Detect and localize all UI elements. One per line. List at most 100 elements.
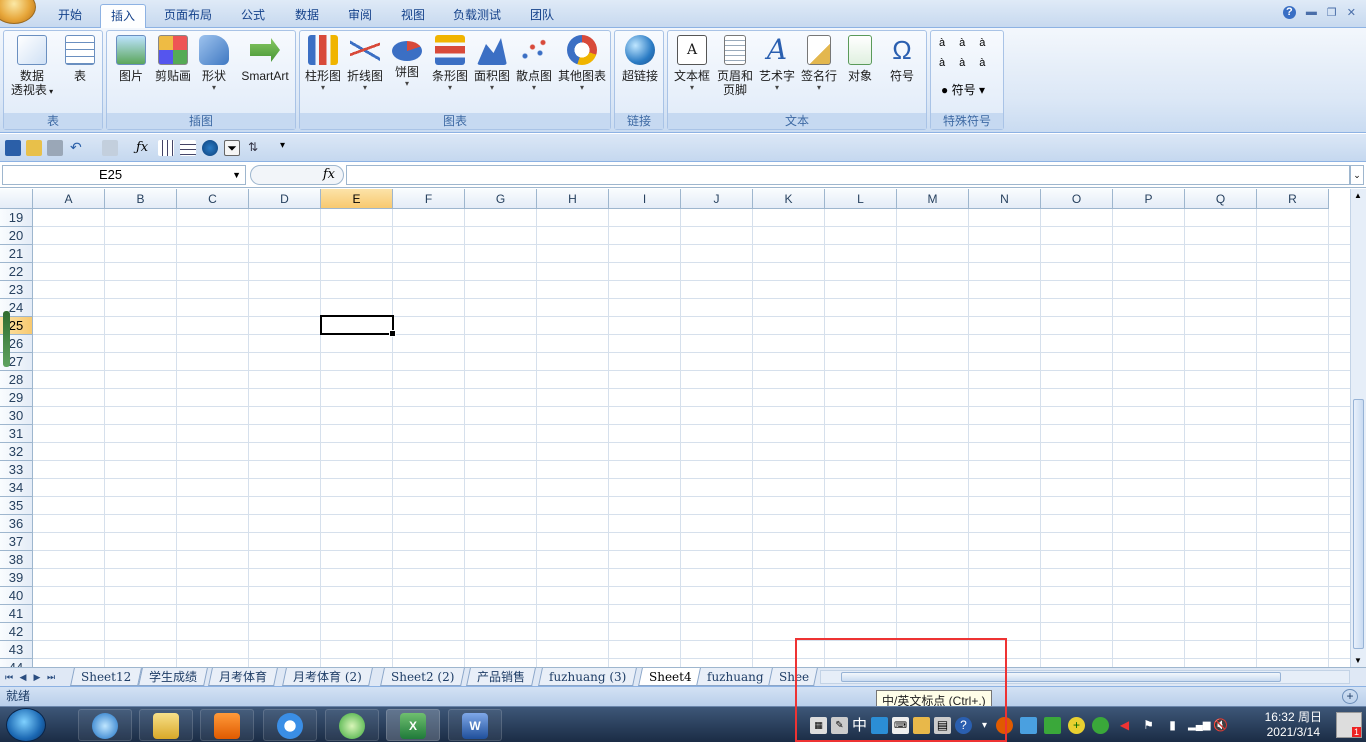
vertical-scroll-thumb[interactable] <box>1353 399 1364 649</box>
table-button[interactable]: 表 <box>60 33 100 83</box>
ime-help-icon[interactable]: ? <box>955 716 973 734</box>
column-header[interactable]: L <box>825 189 897 209</box>
column-header[interactable]: C <box>177 189 249 209</box>
row-header[interactable]: 34 <box>0 479 33 497</box>
tab-load-test[interactable]: 负载测试 <box>443 4 511 28</box>
row-header[interactable]: 32 <box>0 443 33 461</box>
row-header[interactable]: 36 <box>0 515 33 533</box>
line-chart-button[interactable]: 折线图 ▾ <box>345 33 385 93</box>
special-char[interactable]: à <box>939 57 945 69</box>
start-button[interactable] <box>6 708 46 742</box>
smartart-button[interactable]: SmartArt <box>235 33 295 83</box>
scatter-chart-button[interactable]: 散点图 ▾ <box>514 33 554 93</box>
ime-tools-icon[interactable]: ▤ <box>934 716 952 734</box>
print-preview-icon[interactable] <box>47 140 63 156</box>
prev-sheet-icon[interactable]: ◀ <box>18 670 28 684</box>
expand-formula-bar-icon[interactable]: ⌄ <box>1350 165 1364 185</box>
column-header[interactable]: R <box>1257 189 1329 209</box>
column-header[interactable]: G <box>465 189 537 209</box>
name-box[interactable]: E25 ▼ <box>2 165 246 185</box>
textbox-button[interactable]: A 文本框 ▾ <box>671 33 713 93</box>
column-chart-button[interactable]: 柱形图 ▾ <box>303 33 343 93</box>
tray-app-icon[interactable] <box>1092 717 1109 734</box>
picture-button[interactable]: 图片 <box>113 33 149 83</box>
ime-skin-icon[interactable] <box>913 716 931 734</box>
notification-icon[interactable]: 1 <box>1336 712 1362 738</box>
customize-qat-icon[interactable]: ▾ <box>280 140 296 156</box>
row-header[interactable]: 30 <box>0 407 33 425</box>
restore-icon[interactable]: ❐ <box>1327 6 1337 19</box>
sheet-tab[interactable]: Sheet2 (2) <box>380 668 466 686</box>
column-header[interactable]: M <box>897 189 969 209</box>
wordart-button[interactable]: A 艺术字 ▾ <box>757 33 797 93</box>
hyperlink-button[interactable]: 超链接 <box>618 33 662 83</box>
taskbar-word[interactable]: W <box>448 709 502 741</box>
pivot-table-button[interactable]: 数据 透视表 ▾ <box>8 33 56 99</box>
row-header[interactable]: 33 <box>0 461 33 479</box>
sheet-tab[interactable]: fuzhuang <box>696 668 775 686</box>
row-header[interactable]: 43 <box>0 641 33 659</box>
tab-home[interactable]: 开始 <box>48 4 92 28</box>
bar-chart-button[interactable]: 条形图 ▾ <box>429 33 471 93</box>
taskbar-360[interactable] <box>325 709 379 741</box>
special-symbol-button[interactable]: ● 符号 ▾ <box>941 81 985 98</box>
sheet-tab[interactable]: 月考体育 <box>208 668 278 686</box>
network-icon[interactable]: ▂▄▆ <box>1188 717 1210 734</box>
object-button[interactable]: 对象 <box>842 33 878 83</box>
insert-function-button[interactable]: fx <box>250 165 344 185</box>
worksheet-grid[interactable]: ABCDEFGHIJKLMNOPQR 19 20 21 22 23 24 25 26 27 28 2… <box>0 189 1350 667</box>
sheet-tab[interactable]: Sheet12 <box>70 668 143 686</box>
tray-plus-icon[interactable]: + <box>1068 717 1085 734</box>
column-header[interactable]: F <box>393 189 465 209</box>
scroll-up-icon[interactable]: ▲ <box>1354 191 1362 200</box>
tab-team[interactable]: 团队 <box>520 4 564 28</box>
office-button[interactable] <box>0 0 36 24</box>
row-header[interactable]: 41 <box>0 605 33 623</box>
special-char[interactable]: à <box>939 37 945 49</box>
taskbar-baidu-netdisk[interactable] <box>263 709 317 741</box>
special-char[interactable]: à <box>979 37 985 49</box>
open-folder-icon[interactable] <box>26 140 42 156</box>
row-header[interactable]: 22 <box>0 263 33 281</box>
sheet-tab[interactable]: Shee <box>768 668 818 686</box>
tray-app-icon[interactable] <box>1020 717 1037 734</box>
special-char[interactable]: à <box>979 57 985 69</box>
area-chart-button[interactable]: 面积图 ▾ <box>472 33 512 93</box>
ime-mode-icon[interactable]: ✎ <box>831 716 848 734</box>
column-header[interactable]: Q <box>1185 189 1257 209</box>
column-header[interactable]: K <box>753 189 825 209</box>
help-icon[interactable]: ? <box>1282 6 1296 19</box>
ime-menu-icon[interactable]: ▦ <box>810 716 827 734</box>
column-header[interactable]: N <box>969 189 1041 209</box>
sheet-tab[interactable]: 月考体育 (2) <box>282 668 373 686</box>
horizontal-scroll-thumb[interactable] <box>841 672 1281 682</box>
first-sheet-icon[interactable]: ⏮ <box>4 670 14 684</box>
symbol-button[interactable]: Ω 符号 <box>882 33 922 83</box>
action-center-flag-icon[interactable]: ⚑ <box>1140 717 1157 734</box>
soft-keyboard-icon[interactable]: ⌨ <box>892 716 910 734</box>
row-header[interactable]: 28 <box>0 371 33 389</box>
tab-formulas[interactable]: 公式 <box>231 4 275 28</box>
row-header[interactable]: 21 <box>0 245 33 263</box>
volume-muted-icon[interactable]: 🔇 <box>1212 717 1229 734</box>
select-all-corner[interactable] <box>0 189 33 209</box>
close-icon[interactable]: ✕ <box>1347 6 1356 19</box>
name-box-dropdown-icon[interactable]: ▼ <box>232 166 241 184</box>
column-header[interactable]: J <box>681 189 753 209</box>
rows-icon[interactable] <box>180 140 196 156</box>
clock[interactable]: 16:32 周日 2021/3/14 <box>1265 710 1322 740</box>
tab-data[interactable]: 数据 <box>285 4 329 28</box>
sort-icon[interactable]: ⇅ <box>248 140 264 156</box>
special-char[interactable]: à <box>959 57 965 69</box>
zoom-in-icon[interactable]: + <box>1342 689 1358 704</box>
column-header[interactable]: B <box>105 189 177 209</box>
power-icon[interactable]: ▮ <box>1164 717 1181 734</box>
formula-input[interactable] <box>346 165 1350 185</box>
column-header[interactable]: I <box>609 189 681 209</box>
row-header[interactable]: 38 <box>0 551 33 569</box>
row-header[interactable]: 42 <box>0 623 33 641</box>
special-char[interactable]: à <box>959 37 965 49</box>
sheet-tab[interactable]: fuzhuang (3) <box>538 668 638 686</box>
row-header[interactable]: 39 <box>0 569 33 587</box>
row-header[interactable]: 23 <box>0 281 33 299</box>
